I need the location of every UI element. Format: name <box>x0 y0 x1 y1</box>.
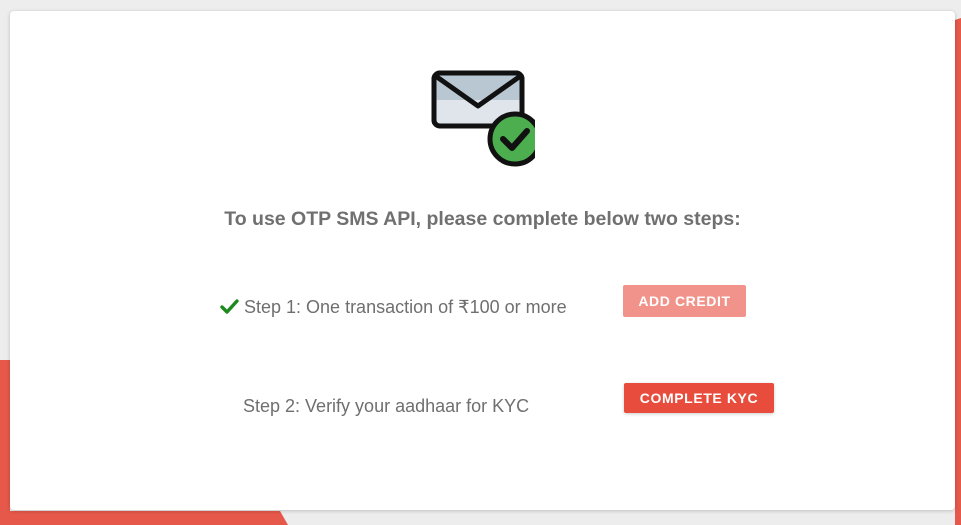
mail-verified-icon <box>431 70 535 167</box>
step-1-row: Step 1: One transaction of ₹100 or more <box>220 297 567 318</box>
check-icon <box>220 299 239 314</box>
otp-setup-card: To use OTP SMS API, please complete belo… <box>10 11 955 510</box>
page-heading: To use OTP SMS API, please complete belo… <box>224 208 741 230</box>
step-2-row: Step 2: Verify your aadhaar for KYC <box>243 396 529 417</box>
step-2-text: Step 2: Verify your aadhaar for KYC <box>243 396 530 416</box>
step-1-text: Step 1: One transaction of ₹100 or more <box>244 297 567 317</box>
add-credit-button[interactable]: ADD CREDIT <box>623 285 746 317</box>
complete-kyc-button[interactable]: COMPLETE KYC <box>624 383 774 413</box>
